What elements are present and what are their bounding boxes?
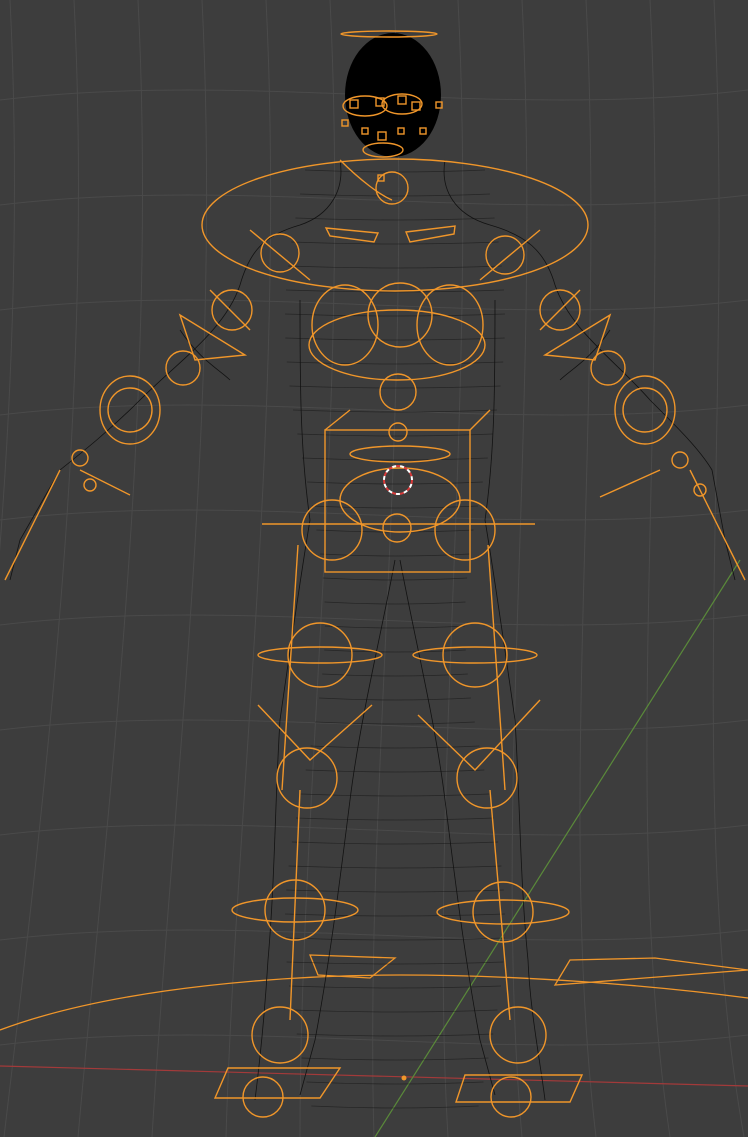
grid-line	[0, 0, 16, 552]
viewport-grid	[0, 0, 748, 1137]
grid-line	[646, 0, 671, 1137]
mesh-edge-loop	[295, 817, 495, 821]
mesh-edge-loop	[285, 313, 505, 317]
root-control-ring[interactable]	[0, 974, 748, 1031]
viewport-canvas[interactable]	[0, 0, 748, 1137]
mesh-edge-loop	[291, 841, 499, 845]
grid-line	[151, 0, 208, 1137]
mesh-edge-loop	[286, 961, 504, 965]
grid-line	[3, 0, 80, 1137]
clavicle-right[interactable]	[405, 225, 456, 243]
clavicle-left[interactable]	[324, 227, 380, 243]
mesh-edge-loop	[285, 337, 505, 341]
mesh-edge-loop	[322, 577, 468, 581]
mesh-edge-loop	[310, 745, 480, 749]
mesh-edge-loop	[324, 625, 466, 629]
grid-line	[372, 0, 400, 1137]
origin-icon	[401, 1075, 407, 1081]
mesh-edge-loop	[324, 649, 466, 653]
mesh-edge-loop	[300, 193, 490, 197]
grid-line	[0, 194, 748, 206]
3d-viewport[interactable]	[0, 0, 748, 1137]
grid-line	[0, 404, 748, 416]
mesh-edge-loop	[296, 1033, 494, 1037]
mesh-edge-loop	[324, 601, 466, 605]
mesh-edge-loop	[292, 1009, 498, 1013]
grid-line	[511, 0, 528, 1137]
3d-cursor-icon[interactable]	[383, 465, 413, 495]
mesh-edge-loop	[306, 1081, 484, 1085]
grid-line	[0, 509, 748, 521]
y-axis-line	[374, 559, 741, 1137]
neck-control[interactable]	[375, 171, 409, 205]
mesh-edge-loop	[285, 913, 505, 917]
chest-ring-control[interactable]	[201, 158, 589, 292]
grid-line	[442, 0, 464, 1137]
mesh-edge-loop	[295, 217, 495, 221]
mesh-edge-loop	[288, 265, 502, 269]
mesh-edge-loop	[289, 385, 501, 389]
grid-line	[0, 824, 748, 836]
mesh-edge-loop	[302, 457, 488, 461]
mesh-edge-loop	[291, 241, 499, 245]
grid-line	[579, 0, 597, 1137]
mesh-edge-loop	[301, 1057, 489, 1061]
mesh-edge-loop	[288, 865, 502, 869]
grid-line	[0, 1034, 748, 1046]
grid-line	[77, 0, 144, 1137]
armature[interactable]	[4, 30, 746, 1118]
x-axis-line	[0, 1065, 748, 1087]
grid-line	[0, 614, 748, 626]
mesh-edge-loop	[307, 481, 483, 485]
mesh-edge-loop	[319, 697, 471, 701]
grid-line	[225, 0, 272, 1137]
mesh-edge-loop	[297, 433, 493, 437]
mesh-edge-loop	[311, 505, 479, 509]
